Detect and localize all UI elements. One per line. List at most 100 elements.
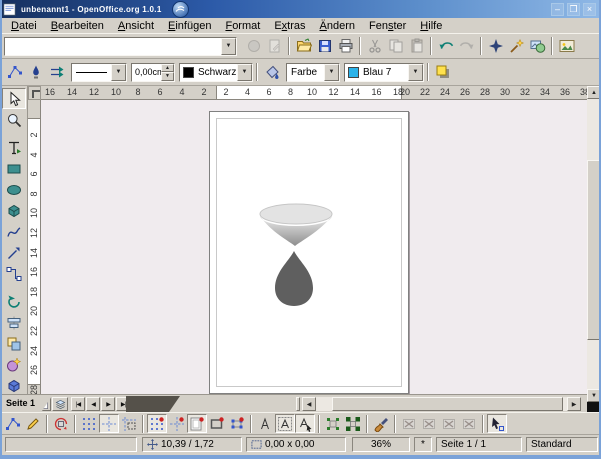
- line-width-up-button[interactable]: ▲: [161, 64, 174, 73]
- menu-item-hilfe[interactable]: Hilfe: [413, 20, 449, 32]
- horizontal-scroll-thumb[interactable]: [332, 397, 563, 411]
- quick-edit-button[interactable]: [255, 414, 275, 433]
- line-width-stepper[interactable]: 0,00cm ▲ ▼: [131, 63, 175, 82]
- line-style-select[interactable]: ▼: [71, 63, 127, 82]
- 3d-controller-button[interactable]: [2, 375, 26, 396]
- line-width-down-button[interactable]: ▼: [161, 72, 174, 81]
- connector-button[interactable]: [2, 263, 26, 284]
- tab-nav-previous-button[interactable]: ◀: [86, 397, 100, 411]
- open-button[interactable]: [293, 36, 314, 56]
- edit-points-button[interactable]: [3, 414, 23, 433]
- line-color-dropdown-button[interactable]: ▼: [237, 64, 252, 81]
- snap-to-helplines-button[interactable]: [167, 414, 187, 433]
- stop-button[interactable]: [243, 36, 264, 56]
- scroll-up-button[interactable]: ▲: [587, 86, 601, 99]
- menu-item-format[interactable]: Format: [218, 20, 267, 32]
- snap-to-grid-button[interactable]: [147, 414, 167, 433]
- helplines-while-moving-button[interactable]: [119, 414, 139, 433]
- lines-arrows-button[interactable]: [2, 242, 26, 263]
- rectangle-button[interactable]: [2, 158, 26, 179]
- edit-file-button[interactable]: [264, 36, 285, 56]
- paste-button[interactable]: [406, 36, 427, 56]
- redo-button[interactable]: [456, 36, 477, 56]
- save-button[interactable]: [314, 36, 335, 56]
- direct-edit-button[interactable]: [23, 414, 43, 433]
- show-grid-button[interactable]: [79, 414, 99, 433]
- create-perspective-button[interactable]: [459, 414, 479, 433]
- menu-item-bearbeiten[interactable]: Bearbeiten: [44, 20, 111, 32]
- page[interactable]: [209, 111, 409, 394]
- ellipse-button[interactable]: [2, 179, 26, 200]
- rotation-mode-button[interactable]: [51, 414, 71, 433]
- curve-button[interactable]: [2, 221, 26, 242]
- tabbar-splitter[interactable]: [296, 397, 300, 411]
- funnel-drop-drawing[interactable]: [251, 199, 341, 311]
- view-layer-button[interactable]: [52, 397, 68, 411]
- line-width-spin-buttons: ▲ ▼: [161, 64, 174, 81]
- snap-to-margins-button[interactable]: [187, 414, 207, 433]
- large-handles-button[interactable]: [343, 414, 363, 433]
- dblclick-edit-text-button[interactable]: [295, 414, 315, 433]
- alignment-button[interactable]: [2, 312, 26, 333]
- status-zoom-field[interactable]: 36%: [352, 437, 410, 452]
- tab-nav-next-button[interactable]: ▶: [101, 397, 115, 411]
- create-rotated-button[interactable]: [399, 414, 419, 433]
- menu-item-ansicht[interactable]: Ansicht: [111, 20, 161, 32]
- minimize-button[interactable]: –: [551, 3, 564, 16]
- cut-button[interactable]: [364, 36, 385, 56]
- menu-item-ändern[interactable]: Ändern: [313, 20, 362, 32]
- url-dropdown-button[interactable]: ▼: [221, 38, 236, 55]
- scroll-down-button[interactable]: ▼: [587, 389, 601, 402]
- line-pen-button[interactable]: [25, 62, 46, 82]
- create-mirrored-button[interactable]: [419, 414, 439, 433]
- copy-button[interactable]: [385, 36, 406, 56]
- canvas[interactable]: [41, 100, 587, 394]
- line-width-value[interactable]: 0,00cm: [132, 64, 161, 81]
- select-button[interactable]: [2, 88, 26, 109]
- zoom-tool-button[interactable]: [2, 109, 26, 130]
- vertical-scrollbar[interactable]: ▲ ▼: [587, 86, 601, 402]
- url-input[interactable]: [5, 39, 221, 54]
- vertical-scroll-thumb[interactable]: [587, 160, 601, 340]
- undo-button[interactable]: [435, 36, 456, 56]
- snap-to-object-points-button[interactable]: [227, 414, 247, 433]
- create-3d-button[interactable]: [439, 414, 459, 433]
- menu-item-extras[interactable]: Extras: [267, 20, 312, 32]
- zoom-button[interactable]: [506, 36, 527, 56]
- insert-image-button[interactable]: [556, 36, 577, 56]
- fill-style-dropdown-button[interactable]: ▼: [324, 64, 339, 81]
- line-style-dropdown-button[interactable]: ▼: [111, 64, 126, 81]
- line-color-select[interactable]: Schwarz ▼: [179, 63, 253, 82]
- close-button[interactable]: ×: [583, 3, 596, 16]
- fill-color-dropdown-button[interactable]: ▼: [408, 64, 423, 81]
- menu-item-fenster[interactable]: Fenster: [362, 20, 413, 32]
- horizontal-scroll-track[interactable]: [316, 397, 567, 411]
- menu-item-datei[interactable]: Datei: [4, 20, 44, 32]
- gallery-button[interactable]: [527, 36, 548, 56]
- arrange-button[interactable]: [2, 333, 26, 354]
- select-text-area-button[interactable]: [275, 414, 295, 433]
- fill-style-select[interactable]: Farbe ▼: [286, 63, 340, 82]
- area-fill-button[interactable]: [261, 62, 282, 82]
- shadow-button[interactable]: [432, 62, 453, 82]
- show-helplines-button[interactable]: [99, 414, 119, 433]
- scroll-right-button[interactable]: ▶: [567, 397, 581, 411]
- simple-handles-button[interactable]: [323, 414, 343, 433]
- text-button[interactable]: [2, 137, 26, 158]
- effects-button[interactable]: [2, 354, 26, 375]
- fill-color-select[interactable]: Blau 7 ▼: [344, 63, 424, 82]
- scroll-left-button[interactable]: ◀: [302, 397, 316, 411]
- pick-object-button[interactable]: [487, 414, 507, 433]
- navigator-button[interactable]: [485, 36, 506, 56]
- snap-to-object-border-button[interactable]: [207, 414, 227, 433]
- line-ends-button[interactable]: [46, 62, 67, 82]
- modify-with-attributes-button[interactable]: [371, 414, 391, 433]
- print-button[interactable]: [335, 36, 356, 56]
- maximize-button[interactable]: ❐: [567, 3, 580, 16]
- edit-points-button[interactable]: [4, 62, 25, 82]
- tab-nav-first-button[interactable]: |◀: [71, 397, 85, 411]
- rotate-icon: [6, 294, 22, 310]
- objects-3d-button[interactable]: [2, 200, 26, 221]
- rotate-button[interactable]: [2, 291, 26, 312]
- menu-item-einfügen[interactable]: Einfügen: [161, 20, 218, 32]
